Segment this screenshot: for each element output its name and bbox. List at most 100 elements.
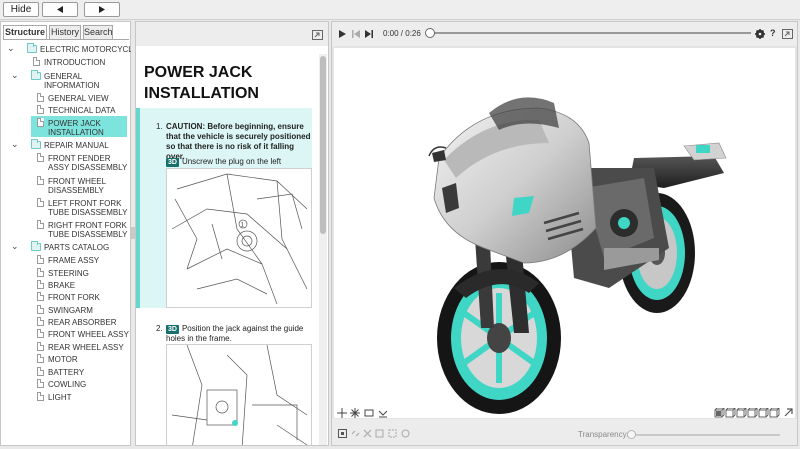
- fit-view-icon[interactable]: [364, 408, 374, 418]
- triangle-right-icon: [98, 6, 105, 13]
- link-icon[interactable]: [351, 429, 360, 438]
- tree-item-front-fork[interactable]: FRONT FORK: [5, 292, 131, 302]
- tree-item-electric-motorcycle[interactable]: ⌄ ELECTRIC MOTORCYCLE: [5, 43, 138, 54]
- gear-icon[interactable]: [755, 29, 765, 39]
- tree-item-general-information[interactable]: ⌄ GENERAL INFORMATION: [5, 70, 131, 91]
- document-scrollbar-thumb[interactable]: [320, 56, 326, 234]
- tree-item-front-fender-disassembly[interactable]: FRONT FENDER ASSY DISASSEMBLY: [5, 153, 131, 173]
- timeline-handle[interactable]: [425, 28, 435, 38]
- ghost-icon[interactable]: [388, 429, 397, 438]
- tree-item-frame-assy[interactable]: FRAME ASSY: [5, 255, 131, 265]
- tree-item-motor[interactable]: MOTOR: [5, 354, 131, 364]
- view-cube-icons[interactable]: [714, 408, 784, 418]
- document-icon: [37, 392, 44, 401]
- tree-item-repair-manual[interactable]: ⌄ REPAIR MANUAL: [5, 139, 131, 150]
- tree-item-label: SWINGARM: [48, 306, 93, 315]
- chevron-down-icon[interactable]: ⌄: [7, 44, 15, 53]
- rotate-icon[interactable]: [350, 408, 360, 418]
- forward-button[interactable]: [84, 2, 120, 17]
- tab-divider: [3, 39, 129, 40]
- tab-structure[interactable]: Structure: [3, 25, 47, 40]
- tree-item-rear-absorber[interactable]: REAR ABSORBER: [5, 317, 131, 327]
- 3d-badge[interactable]: 3D: [166, 158, 179, 167]
- tree-item-label: ELECTRIC MOTORCYCLE: [40, 45, 139, 54]
- tab-history[interactable]: History: [49, 25, 81, 39]
- tree-item-front-wheel-disassembly[interactable]: FRONT WHEEL DISASSEMBLY: [5, 176, 131, 196]
- tree-item-label: PARTS CATALOG: [44, 243, 110, 252]
- document-icon: [37, 268, 44, 277]
- 3d-canvas[interactable]: [334, 48, 795, 418]
- skip-end-icon[interactable]: [365, 30, 373, 38]
- document-icon: [37, 329, 44, 338]
- tree-item-label: REAR WHEEL ASSY: [48, 343, 124, 352]
- 3d-viewer-panel: 0:00 / 0:26 ? Transparency:: [331, 21, 798, 446]
- document-icon: [37, 317, 44, 326]
- tree-item-label: BATTERY: [48, 368, 85, 377]
- motorcycle-3d-model[interactable]: [334, 48, 795, 418]
- section-icon[interactable]: [378, 408, 388, 418]
- tree-item-parts-catalog[interactable]: ⌄ PARTS CATALOG: [5, 241, 131, 252]
- tree-item-left-front-fork-disassembly[interactable]: LEFT FRONT FORK TUBE DISASSEMBLY: [5, 198, 131, 218]
- skip-start-icon[interactable]: [352, 30, 360, 38]
- hide-button[interactable]: Hide: [3, 2, 39, 17]
- tree-item-battery[interactable]: BATTERY: [5, 367, 131, 377]
- 3d-badge[interactable]: 3D: [166, 325, 179, 334]
- tree-item-cowling[interactable]: COWLING: [5, 379, 131, 389]
- folder-icon: [31, 70, 41, 80]
- tree-item-swingarm[interactable]: SWINGARM: [5, 305, 131, 315]
- step-1-caution: CAUTION: Before beginning, ensure that t…: [166, 122, 311, 161]
- tree-item-label: GENERAL INFORMATION: [44, 72, 100, 90]
- step-1-marker: [136, 108, 140, 308]
- isolate-icon[interactable]: [375, 429, 384, 438]
- play-icon[interactable]: [339, 30, 347, 38]
- navigation-panel: Structure History Search ⌄ ELECTRIC MOTO…: [0, 21, 138, 446]
- tree-item-light[interactable]: LIGHT: [5, 392, 131, 402]
- step-2-number: 2.: [156, 324, 163, 333]
- chevron-down-icon[interactable]: ⌄: [11, 242, 19, 251]
- home-view-icon[interactable]: [784, 408, 793, 417]
- tree-item-introduction[interactable]: INTRODUCTION: [5, 57, 131, 67]
- select-tool-icon[interactable]: [338, 429, 347, 438]
- tree-item-general-view[interactable]: GENERAL VIEW: [5, 93, 131, 103]
- tree-item-rear-wheel-assy[interactable]: REAR WHEEL ASSY: [5, 342, 131, 352]
- folder-icon: [31, 139, 41, 149]
- pan-icon[interactable]: [337, 408, 347, 418]
- expand-panel-icon[interactable]: [312, 30, 323, 40]
- document-icon: [37, 198, 44, 207]
- tree-item-steering[interactable]: STEERING: [5, 268, 131, 278]
- tree-item-power-jack-installation[interactable]: POWER JACK INSTALLATION: [5, 118, 131, 138]
- transparency-slider-track[interactable]: [630, 434, 780, 436]
- technical-drawing-image: 1: [171, 173, 308, 305]
- chevron-down-icon[interactable]: ⌄: [11, 71, 19, 80]
- tree-item-label: MOTOR: [48, 355, 78, 364]
- document-icon: [37, 220, 44, 229]
- folder-icon: [27, 43, 37, 53]
- document-icon: [37, 354, 44, 363]
- tree-item-front-wheel-assy[interactable]: FRONT WHEEL ASSY: [5, 329, 131, 339]
- document-icon: [37, 93, 44, 102]
- chevron-down-icon[interactable]: ⌄: [11, 140, 19, 149]
- tree-item-brake[interactable]: BRAKE: [5, 280, 131, 290]
- tree-item-technical-data[interactable]: TECHNICAL DATA: [5, 105, 131, 115]
- tree-item-right-front-fork-disassembly[interactable]: RIGHT FRONT FORK TUBE DISASSEMBLY: [5, 220, 131, 240]
- reset-icon[interactable]: [401, 429, 410, 438]
- document-icon: [33, 57, 40, 66]
- document-icon: [37, 118, 44, 127]
- step-1-number: 1.: [156, 122, 163, 131]
- tree-item-label: BRAKE: [48, 281, 76, 290]
- tree-item-label: FRONT FORK: [48, 293, 100, 302]
- tab-search[interactable]: Search: [83, 25, 113, 39]
- document-icon: [37, 342, 44, 351]
- hide-part-icon[interactable]: [363, 429, 372, 438]
- transparency-slider-handle[interactable]: [627, 430, 636, 439]
- tree-item-label: REPAIR MANUAL: [44, 141, 109, 150]
- document-panel: POWER JACK INSTALLATION 1. CAUTION: Befo…: [135, 21, 329, 446]
- help-icon[interactable]: ?: [770, 28, 776, 38]
- tree-item-label: LIGHT: [48, 393, 72, 402]
- document-icon: [37, 255, 44, 264]
- back-button[interactable]: [42, 2, 78, 17]
- timeline-track[interactable]: [429, 32, 751, 34]
- expand-panel-icon[interactable]: [782, 29, 793, 39]
- tree-item-label: COWLING: [48, 380, 87, 389]
- document-icon: [37, 105, 44, 114]
